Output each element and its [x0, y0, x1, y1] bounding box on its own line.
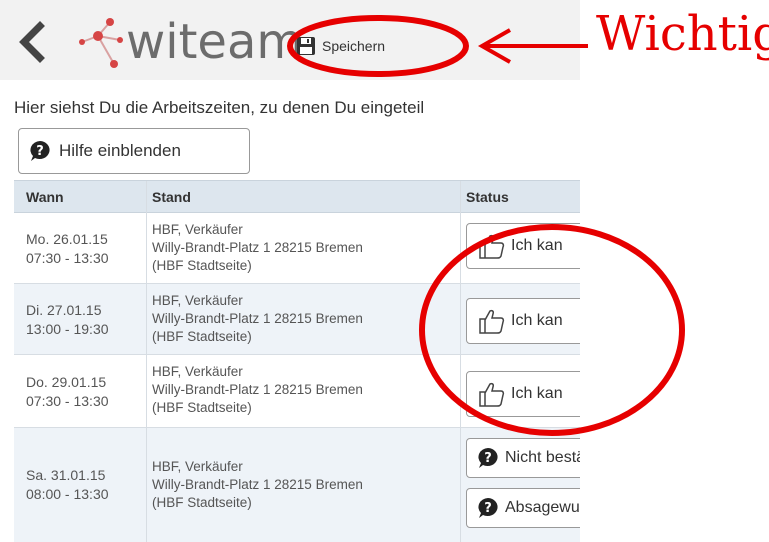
back-chevron-icon [19, 21, 45, 63]
stand-name: HBF, Verkäufer [152, 364, 243, 379]
svg-text:?: ? [484, 501, 492, 516]
shift-time: 07:30 - 13:30 [26, 250, 109, 266]
not-confirmed-button[interactable]: ? Nicht bestätigt! [466, 438, 580, 478]
shift-when: Mo. 26.01.15 07:30 - 13:30 [26, 230, 109, 268]
shift-when: Do. 29.01.15 07:30 - 13:30 [26, 373, 109, 411]
status-label: Ich kan [511, 385, 563, 402]
app-window: witeam Speichern Hier siehst Du die Arbe… [0, 0, 580, 542]
top-bar: witeam Speichern [0, 0, 580, 80]
stand-name: HBF, Verkäufer [152, 293, 243, 308]
save-button[interactable]: Speichern [290, 32, 391, 60]
column-divider [146, 181, 147, 542]
stand-address: Willy-Brandt-Platz 1 28215 Bremen [152, 382, 363, 397]
stand-name: HBF, Verkäufer [152, 459, 243, 474]
stand-address: Willy-Brandt-Platz 1 28215 Bremen [152, 477, 363, 492]
cancel-request-label: Absagewunsch [505, 499, 580, 516]
status-button[interactable]: Ich kan [466, 223, 580, 269]
status-label: Ich kan [511, 312, 563, 329]
thumbs-up-icon [479, 234, 505, 259]
shift-stand: HBF, Verkäufer Willy-Brandt-Platz 1 2821… [152, 292, 363, 346]
shift-stand: HBF, Verkäufer Willy-Brandt-Platz 1 2821… [152, 458, 363, 512]
svg-text:?: ? [36, 144, 44, 159]
shift-time: 13:00 - 19:30 [26, 321, 109, 337]
table-row: Mo. 26.01.15 07:30 - 13:30 HBF, Verkäufe… [14, 213, 580, 284]
back-button[interactable] [14, 20, 54, 64]
column-divider [460, 181, 461, 542]
annotation-label: Wichtig [596, 6, 769, 62]
stand-address: Willy-Brandt-Platz 1 28215 Bremen [152, 311, 363, 326]
help-button-label: Hilfe einblenden [59, 141, 181, 160]
floppy-disk-icon [297, 37, 315, 55]
shift-day: Do. 29.01.15 [26, 374, 107, 390]
table-header: Wann Stand Status [14, 180, 580, 213]
status-button[interactable]: Ich kan [466, 371, 580, 417]
svg-text:?: ? [484, 451, 492, 466]
cancel-request-button[interactable]: ? Absagewunsch [466, 488, 580, 528]
table-row: Sa. 31.01.15 08:00 - 13:30 HBF, Verkäufe… [14, 428, 580, 542]
shift-day: Di. 27.01.15 [26, 302, 102, 318]
shift-when: Di. 27.01.15 13:00 - 19:30 [26, 301, 109, 339]
question-mark-icon: ? [478, 498, 498, 518]
brand-name: witeam [126, 14, 304, 70]
stand-location: (HBF Stadtseite) [152, 258, 252, 273]
shift-day: Mo. 26.01.15 [26, 231, 108, 247]
thumbs-up-icon [479, 309, 505, 334]
stand-name: HBF, Verkäufer [152, 222, 243, 237]
stand-address: Willy-Brandt-Platz 1 28215 Bremen [152, 240, 363, 255]
shift-stand: HBF, Verkäufer Willy-Brandt-Platz 1 2821… [152, 221, 363, 275]
table-row: Do. 29.01.15 07:30 - 13:30 HBF, Verkäufe… [14, 355, 580, 428]
logo: witeam [76, 10, 303, 74]
column-header-stand: Stand [152, 189, 191, 205]
table-row: Di. 27.01.15 13:00 - 19:30 HBF, Verkäufe… [14, 284, 580, 355]
question-mark-icon: ? [30, 141, 50, 161]
not-confirmed-label: Nicht bestätigt! [505, 449, 580, 466]
shift-table: Wann Stand Status Mo. 26.01.15 07:30 - 1… [14, 180, 580, 542]
shift-when: Sa. 31.01.15 08:00 - 13:30 [26, 466, 109, 504]
stand-location: (HBF Stadtseite) [152, 329, 252, 344]
column-header-status: Status [466, 189, 509, 205]
show-help-button[interactable]: ? Hilfe einblenden [18, 128, 250, 174]
intro-text: Hier siehst Du die Arbeitszeiten, zu den… [14, 98, 425, 117]
shift-day: Sa. 31.01.15 [26, 467, 106, 483]
shift-time: 07:30 - 13:30 [26, 393, 109, 409]
shift-stand: HBF, Verkäufer Willy-Brandt-Platz 1 2821… [152, 363, 363, 417]
save-label: Speichern [322, 38, 386, 54]
witeam-logo-icon [79, 18, 123, 68]
stand-location: (HBF Stadtseite) [152, 495, 252, 510]
stand-location: (HBF Stadtseite) [152, 400, 252, 415]
column-header-wann: Wann [26, 189, 64, 205]
shift-time: 08:00 - 13:30 [26, 486, 109, 502]
status-button[interactable]: Ich kan [466, 298, 580, 344]
thumbs-up-icon [479, 382, 505, 407]
status-label: Ich kan [511, 237, 563, 254]
question-mark-icon: ? [478, 448, 498, 468]
